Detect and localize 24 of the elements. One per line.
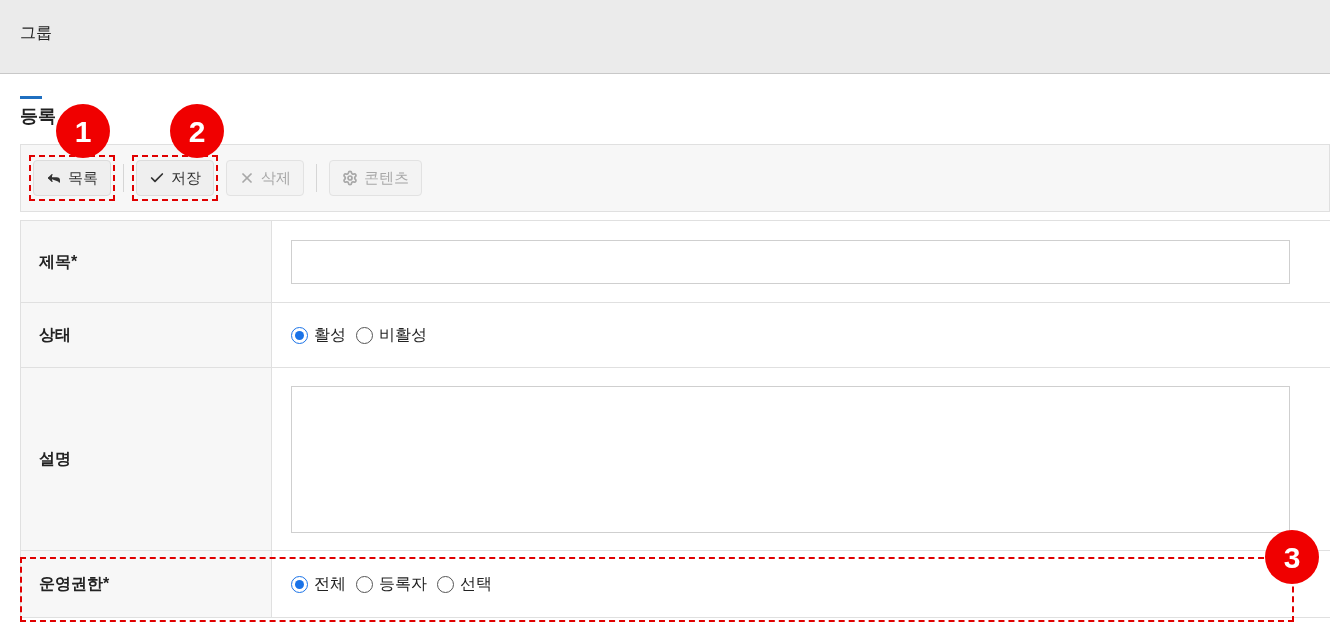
close-icon [239,170,255,186]
radio-label: 등록자 [379,574,427,594]
radio-button[interactable] [356,575,373,593]
radio-button[interactable] [437,575,454,593]
radio-label: 활성 [314,325,346,345]
save-button[interactable]: 저장 [136,160,214,196]
form-label: 상태 [20,303,272,367]
radio-button[interactable] [291,326,308,344]
radio-button[interactable] [291,575,308,593]
form-label: 설명 [20,368,272,550]
section-title: 등록 [20,105,56,128]
form-label: 제목* [20,221,272,302]
radio-label: 전체 [314,574,346,594]
step-badge: 3 [1265,530,1319,584]
settings-icon [342,170,358,186]
form-label: 운영권한* [20,551,272,617]
step-badge: 1 [56,104,110,158]
radio-label: 비활성 [379,325,427,345]
page-title: 그룹 [20,22,52,43]
back-button[interactable]: 목록 [33,160,111,196]
title-input[interactable] [291,239,1290,284]
step-badge: 2 [170,104,224,158]
radio-label: 선택 [460,574,492,594]
radio-button[interactable] [356,326,373,344]
